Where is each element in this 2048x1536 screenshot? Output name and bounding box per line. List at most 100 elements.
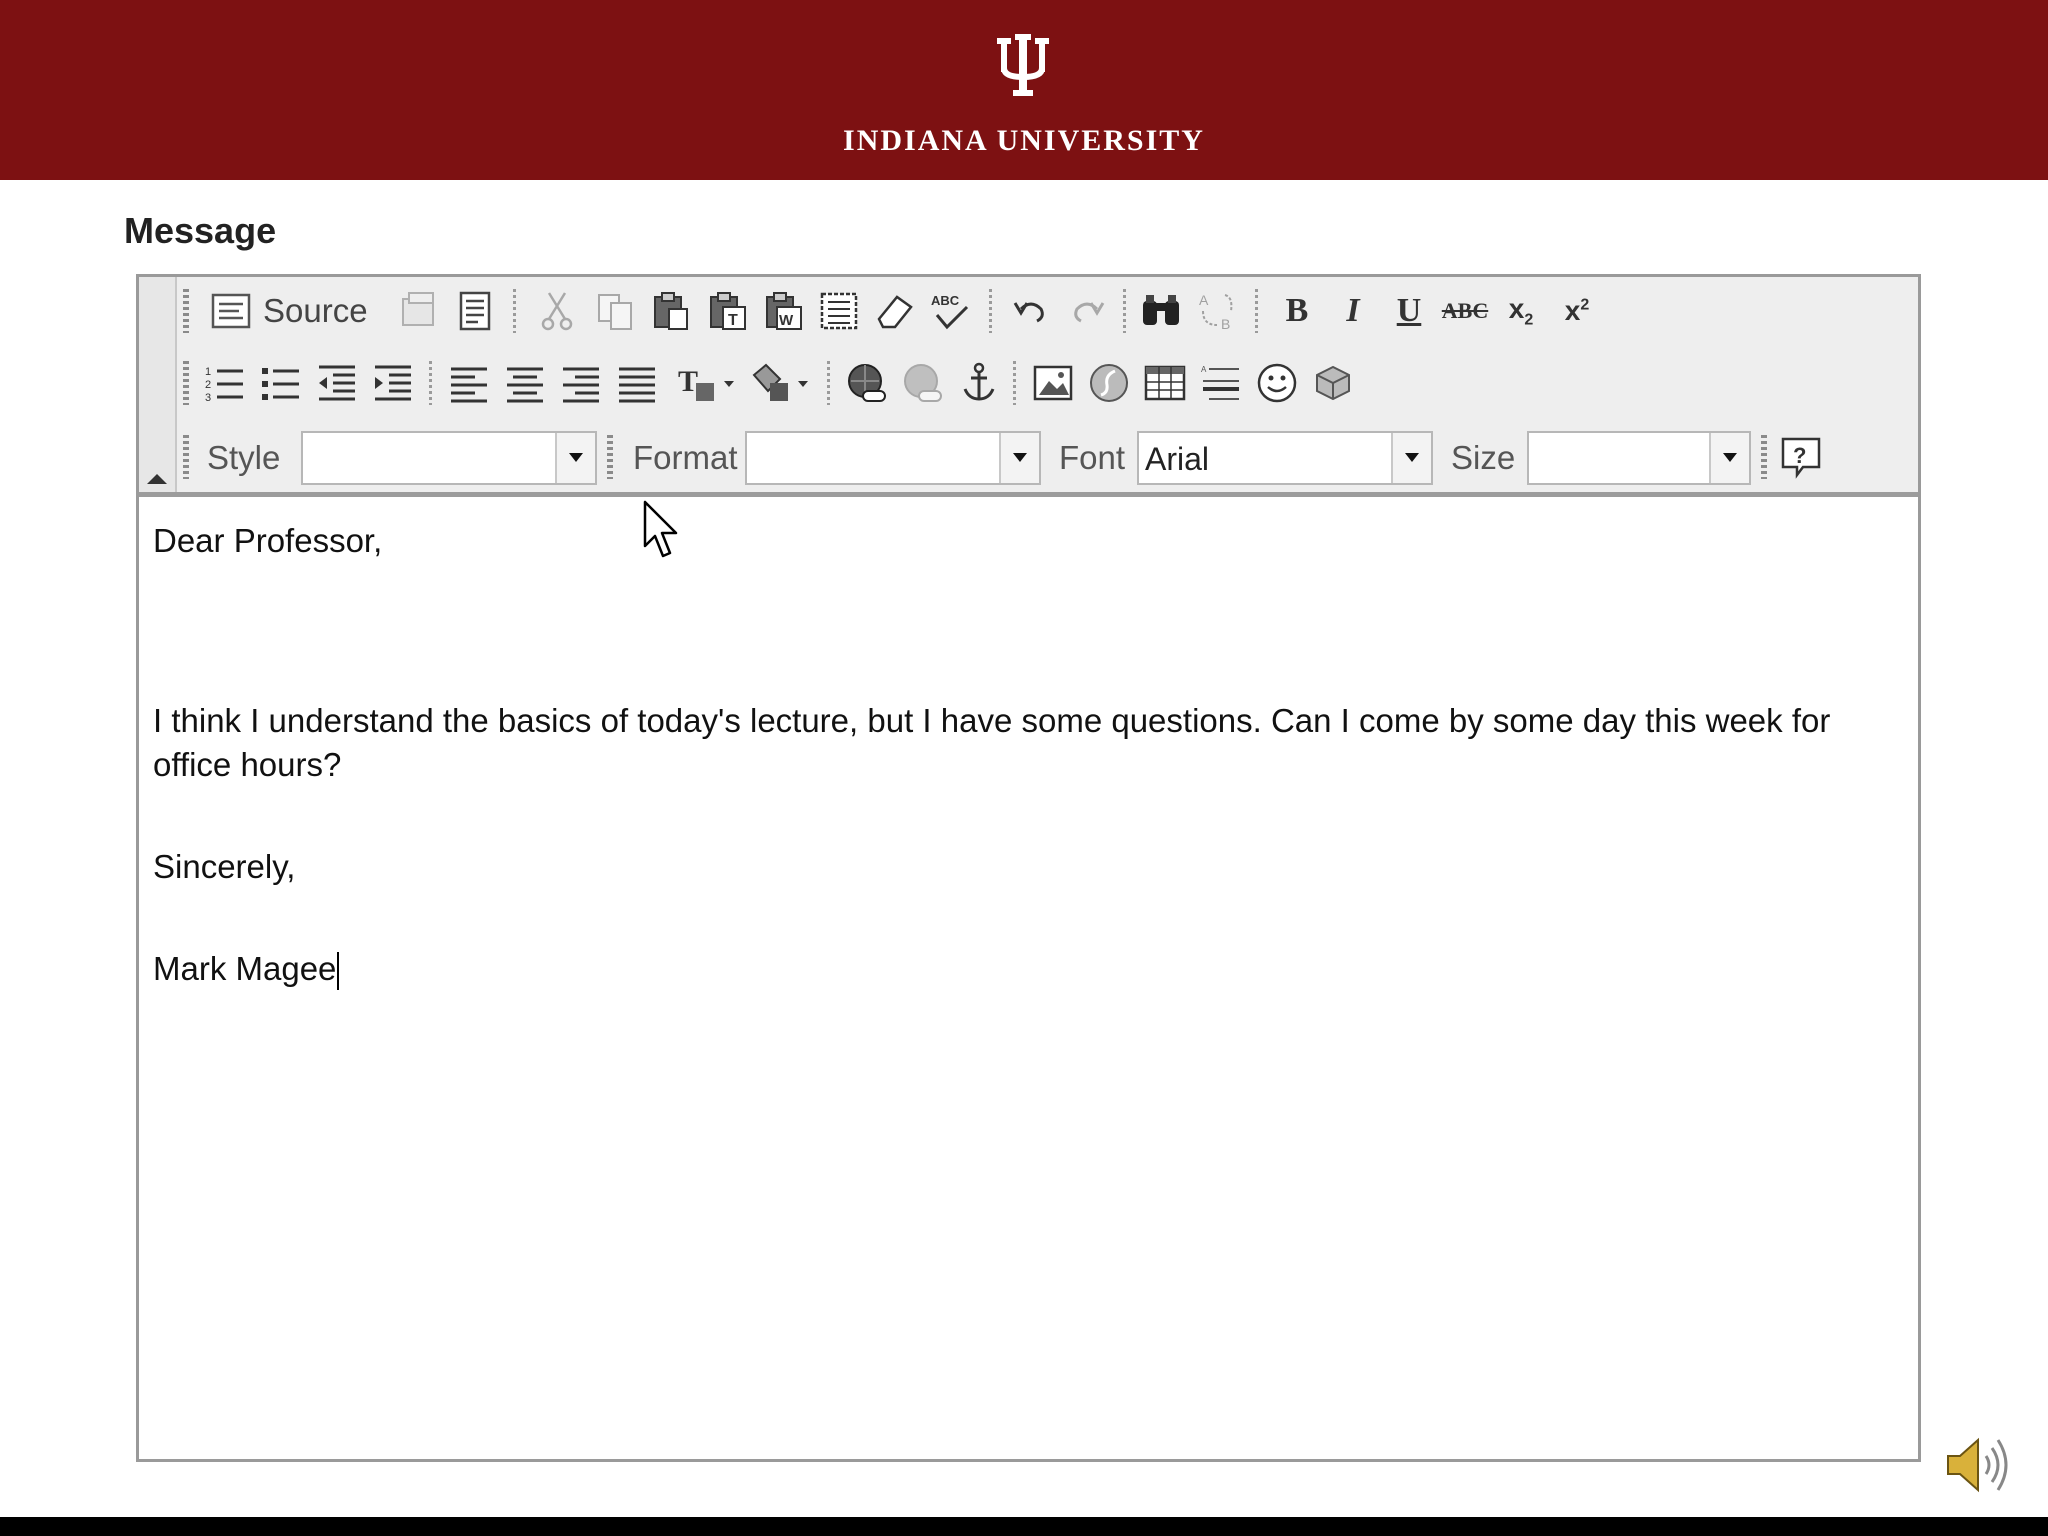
italic-icon: I: [1346, 292, 1360, 329]
save-template-button[interactable]: [393, 285, 445, 337]
numbered-list-button[interactable]: 123: [199, 357, 251, 409]
special-char-button[interactable]: [1307, 357, 1359, 409]
anchor-button[interactable]: [953, 357, 1005, 409]
chevron-down-icon[interactable]: [999, 433, 1039, 483]
spellcheck-icon: ABC: [931, 293, 969, 330]
font-label: Font: [1059, 439, 1126, 476]
unlink-button[interactable]: [897, 357, 949, 409]
editor-toolbar: Source T W ABC AB B I U ABC x2 x2 1 2 3 …: [139, 277, 1918, 497]
bulleted-list-icon: [262, 368, 299, 400]
undo-icon: [1013, 302, 1044, 323]
flash-button[interactable]: [1083, 357, 1135, 409]
horizontal-rule-button[interactable]: A: [1195, 357, 1247, 409]
superscript-icon: x2: [1564, 295, 1590, 326]
image-button[interactable]: [1027, 357, 1079, 409]
toolbar-separator: [1013, 361, 1016, 405]
format-select[interactable]: [745, 431, 1041, 485]
toolbar-separator: [1123, 289, 1126, 333]
anchor-icon: [963, 362, 995, 401]
strikethrough-button[interactable]: ABC: [1439, 285, 1491, 337]
select-all-button[interactable]: [813, 285, 865, 337]
subscript-button[interactable]: x2: [1495, 285, 1547, 337]
svg-text:A: A: [1199, 292, 1209, 308]
bulleted-list-button[interactable]: [255, 357, 307, 409]
toolbar-grip[interactable]: [607, 435, 613, 479]
style-select[interactable]: [301, 431, 597, 485]
replace-button[interactable]: AB: [1191, 285, 1243, 337]
align-right-button[interactable]: [555, 357, 607, 409]
paste-word-button[interactable]: W: [757, 285, 809, 337]
paste-button[interactable]: [645, 285, 697, 337]
align-center-icon: [507, 367, 543, 403]
align-left-button[interactable]: [443, 357, 495, 409]
flash-icon: [1090, 364, 1128, 402]
chevron-down-icon[interactable]: [1709, 433, 1749, 483]
table-button[interactable]: [1139, 357, 1191, 409]
toolbar-grip[interactable]: [183, 289, 189, 333]
source-button[interactable]: Source: [209, 285, 368, 337]
font-value: Arial: [1145, 441, 1210, 477]
justify-button[interactable]: [611, 357, 663, 409]
undo-button[interactable]: [1005, 285, 1057, 337]
size-select[interactable]: [1527, 431, 1751, 485]
table-icon: [1144, 365, 1186, 401]
redo-button[interactable]: [1061, 285, 1113, 337]
speaker-icon[interactable]: [1944, 1434, 2014, 1496]
svg-text:1: 1: [205, 366, 211, 378]
align-left-icon: [451, 367, 487, 403]
smiley-button[interactable]: [1251, 357, 1303, 409]
save-template-icon: [402, 292, 434, 326]
superscript-button[interactable]: x2: [1551, 285, 1603, 337]
copy-button[interactable]: [589, 285, 641, 337]
outdent-button[interactable]: [311, 357, 363, 409]
source-icon: [211, 293, 251, 329]
svg-text:T: T: [678, 365, 698, 398]
toolbar-grip[interactable]: [183, 435, 189, 479]
editor-content[interactable]: Dear Professor, I think I understand the…: [153, 509, 1878, 991]
find-button[interactable]: [1135, 285, 1187, 337]
signature-text: Mark Magee: [153, 950, 337, 987]
collapse-triangle-icon: [147, 474, 167, 484]
bold-button[interactable]: B: [1271, 285, 1323, 337]
paste-text-icon: T: [710, 292, 746, 330]
message-body: I think I understand the basics of today…: [153, 702, 1831, 783]
chevron-down-icon[interactable]: [1391, 433, 1431, 483]
eraser-icon: [877, 295, 913, 329]
indent-button[interactable]: [367, 357, 419, 409]
remove-format-button[interactable]: [869, 285, 921, 337]
align-center-button[interactable]: [499, 357, 551, 409]
svg-text:W: W: [779, 312, 794, 329]
chevron-down-icon[interactable]: [555, 433, 595, 483]
help-button[interactable]: ?: [1775, 431, 1827, 483]
bold-icon: B: [1285, 292, 1309, 329]
link-button[interactable]: [841, 357, 893, 409]
toolbar-grip[interactable]: [183, 361, 189, 405]
toolbar-collapse-button[interactable]: [139, 277, 177, 492]
toolbar-separator: [429, 361, 432, 405]
background-color-button[interactable]: [747, 357, 817, 409]
find-icon: [1143, 295, 1179, 325]
italic-button[interactable]: I: [1327, 285, 1379, 337]
templates-button[interactable]: [449, 285, 501, 337]
replace-icon: AB: [1199, 292, 1233, 332]
paste-text-button[interactable]: T: [701, 285, 753, 337]
svg-text:T: T: [728, 312, 738, 329]
select-all-icon: [820, 292, 858, 330]
signature-line: Mark Magee: [153, 947, 1878, 991]
svg-text:B: B: [1221, 316, 1230, 332]
cut-button[interactable]: [531, 285, 583, 337]
text-color-button[interactable]: T: [673, 357, 743, 409]
toolbar-row-2: 123 T A: [179, 357, 1919, 417]
text-color-icon: T: [678, 365, 734, 401]
svg-text:2: 2: [205, 379, 211, 391]
spellcheck-button[interactable]: ABC: [925, 285, 977, 337]
underline-button[interactable]: U: [1383, 285, 1435, 337]
redo-icon: [1074, 302, 1105, 323]
font-select[interactable]: Arial: [1137, 431, 1433, 485]
help-icon: ?: [1781, 437, 1821, 479]
rich-text-editor: Source T W ABC AB B I U ABC x2 x2 1 2 3 …: [136, 274, 1921, 1462]
toolbar-grip[interactable]: [1761, 435, 1767, 479]
image-icon: [1033, 365, 1073, 401]
horizontal-rule-icon: A: [1201, 365, 1239, 400]
special-char-icon: [1316, 365, 1350, 401]
